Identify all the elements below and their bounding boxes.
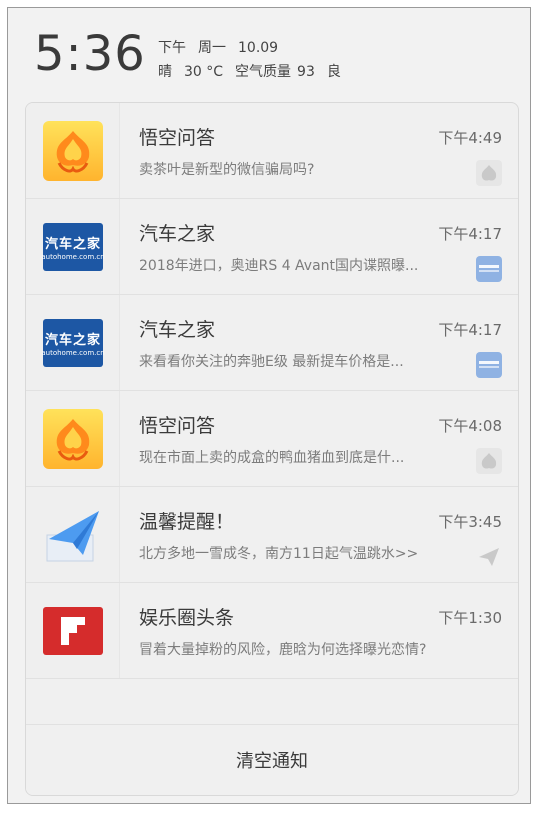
notification-text: 卖茶叶是新型的微信骗局吗? <box>139 162 315 178</box>
air-quality-label: 空气质量 <box>235 64 292 80</box>
notification-text: 北方多地一雪成冬，南方11日起气温跳水>> <box>139 546 419 562</box>
icon-column <box>26 103 120 198</box>
notification-item[interactable]: 悟空问答 下午4:08 现在市面上卖的成盒的鸭血猪血到底是什... <box>26 391 518 487</box>
autohome-small-icon <box>476 256 502 282</box>
clock: 5:36 <box>34 26 146 82</box>
notification-time: 下午4:08 <box>438 417 502 435</box>
notification-item[interactable]: 汽车之家 autohome.com.cn 汽车之家 下午4:17 来看看你关注的… <box>26 295 518 391</box>
temperature: 30 °C <box>184 64 224 80</box>
autohome-icon: 汽车之家 autohome.com.cn <box>41 319 105 367</box>
paper-plane-small-icon <box>476 544 502 570</box>
notification-title: 悟空问答 <box>139 127 216 149</box>
notification-item[interactable]: 娱乐圈头条 下午1:30 冒着大量掉粉的风险，鹿晗为何选择曝光恋情? <box>26 583 518 679</box>
notification-item[interactable]: 温馨提醒！ 下午3:45 北方多地一雪成冬，南方11日起气温跳水>> <box>26 487 518 583</box>
wukong-small-icon <box>476 448 502 474</box>
notification-text: 现在市面上卖的成盒的鸭血猪血到底是什... <box>139 450 405 466</box>
notification-shade: 5:36 下午 周一 10.09 晴 30 °C 空气质量 93 良 悟空问答 … <box>7 7 531 804</box>
icon-column <box>26 391 120 486</box>
notification-panel: 悟空问答 下午4:49 卖茶叶是新型的微信骗局吗? 汽车之家 autohome.… <box>25 102 519 796</box>
notification-time: 下午4:17 <box>438 225 502 243</box>
notification-title: 温馨提醒！ <box>139 511 235 533</box>
clear-notifications-button[interactable]: 清空通知 <box>26 724 518 795</box>
date: 10.09 <box>238 40 279 56</box>
weekday: 周一 <box>198 40 226 56</box>
notification-time: 下午4:17 <box>438 321 502 339</box>
autohome-logo-domain: autohome.com.cn <box>41 253 105 261</box>
notification-item[interactable]: 悟空问答 下午4:49 卖茶叶是新型的微信骗局吗? <box>26 103 518 199</box>
paper-plane-icon <box>43 505 103 565</box>
notification-text: 冒着大量掉粉的风险，鹿晗为何选择曝光恋情? <box>139 642 427 658</box>
autohome-logo-domain: autohome.com.cn <box>41 349 105 357</box>
notification-title: 悟空问答 <box>139 415 216 437</box>
wukong-icon <box>43 409 103 469</box>
icon-column <box>26 487 120 582</box>
autohome-logo-name: 汽车之家 <box>44 237 101 252</box>
notification-time: 下午1:30 <box>438 609 502 627</box>
autohome-icon: 汽车之家 autohome.com.cn <box>41 223 105 271</box>
notification-time: 下午3:45 <box>438 513 502 531</box>
notification-time: 下午4:49 <box>438 129 502 147</box>
notification-text: 2018年进口，奥迪RS 4 Avant国内谍照曝... <box>139 258 419 274</box>
notification-title: 汽车之家 <box>139 223 216 245</box>
flipboard-icon <box>43 607 103 655</box>
notification-text: 来看看你关注的奔驰E级 最新提车价格是... <box>139 354 404 370</box>
air-quality-level: 良 <box>326 64 341 80</box>
autohome-logo-name: 汽车之家 <box>44 333 101 348</box>
air-quality-value: 93 <box>297 64 315 80</box>
wukong-small-icon <box>476 160 502 186</box>
notification-title: 娱乐圈头条 <box>139 607 235 629</box>
wukong-icon <box>43 121 103 181</box>
notification-title: 汽车之家 <box>139 319 216 341</box>
icon-column <box>26 583 120 678</box>
period: 下午 <box>158 40 186 56</box>
icon-column: 汽车之家 autohome.com.cn <box>26 295 120 390</box>
status-header: 5:36 下午 周一 10.09 晴 30 °C 空气质量 93 良 <box>8 8 530 104</box>
notification-item[interactable]: 汽车之家 autohome.com.cn 汽车之家 下午4:17 2018年进口… <box>26 199 518 295</box>
date-weather-info: 下午 周一 10.09 晴 30 °C 空气质量 93 良 <box>158 36 353 84</box>
autohome-small-icon <box>476 352 502 378</box>
weather: 晴 <box>158 64 172 80</box>
icon-column: 汽车之家 autohome.com.cn <box>26 199 120 294</box>
